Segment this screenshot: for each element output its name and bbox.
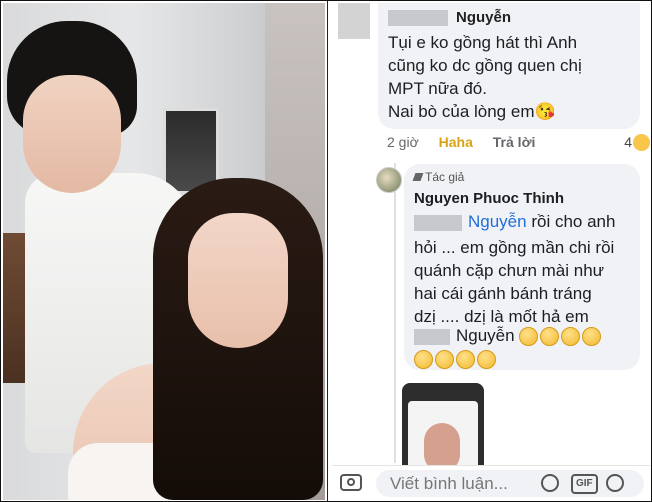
reaction-count[interactable]: 4 [624,134,632,150]
comment-composer: Viết bình luận... GIF [332,465,650,500]
comment-time[interactable]: 2 giờ [387,134,419,150]
haha-reaction-button[interactable]: Haha [439,134,473,150]
comment-placeholder: Viết bình luận... [390,474,508,493]
emoji-row [414,350,498,369]
comment-actions: 2 giờ Haha Trả lời [387,134,551,150]
comment-thread: Nguyễn Tụi e ko gồng hát thì Anh cũng ko… [332,3,650,500]
sticker-icon[interactable] [541,474,559,492]
rofl-emoji-icon [561,327,581,347]
man-face [23,75,121,193]
woman-face [188,213,288,348]
thread-line [394,163,396,463]
comment-input[interactable]: Viết bình luận... GIF [376,470,644,497]
reply-button[interactable]: Trả lời [493,134,536,150]
rofl-emoji-icon [414,350,433,369]
rofl-emoji-icon [519,327,539,347]
comment-bubble: Nguyễn Tụi e ko gồng hát thì Anh cũng ko… [378,3,640,129]
comment-text: Tụi e ko gồng hát thì Anh cũng ko dc gồn… [388,33,582,121]
pen-icon [412,173,424,181]
reply-line-1: Nguyễn rồi cho anh [414,212,615,232]
blurred-name [414,328,450,345]
rofl-emoji-icon [582,327,602,347]
rofl-emoji-icon [540,327,560,347]
emoji-icon[interactable] [606,474,624,492]
comment-author[interactable]: Nguyễn [388,9,511,27]
blurred-name [414,214,462,231]
commenter-avatar-blurred [338,3,370,39]
author-badge: Tác giả [412,170,464,184]
mention-tag[interactable]: Nguyễn [468,212,527,231]
rofl-emoji-icon [456,350,475,369]
reply-bubble: Tác giả Nguyen Phuoc Thinh Nguyễn rồi ch… [404,164,640,370]
blurred-name [388,10,448,27]
couple-photo [3,3,325,500]
reply-text: hỏi ... em gồng mần chi rồi quánh cặp ch… [414,238,615,326]
mention-text[interactable]: Nguyễn [456,326,515,345]
camera-icon[interactable] [340,474,362,491]
attachment-face [424,423,460,471]
reply-author[interactable]: Nguyen Phuoc Thinh [414,190,564,207]
screenshot-frame: Nguyễn Tụi e ko gồng hát thì Anh cũng ko… [0,0,652,502]
haha-reaction-icon[interactable] [633,134,650,151]
rofl-emoji-icon [435,350,454,369]
reply-mention-line: Nguyễn [414,326,603,347]
gif-button[interactable]: GIF [571,474,598,494]
rofl-emoji-icon [477,350,496,369]
author-avatar[interactable] [376,167,402,193]
